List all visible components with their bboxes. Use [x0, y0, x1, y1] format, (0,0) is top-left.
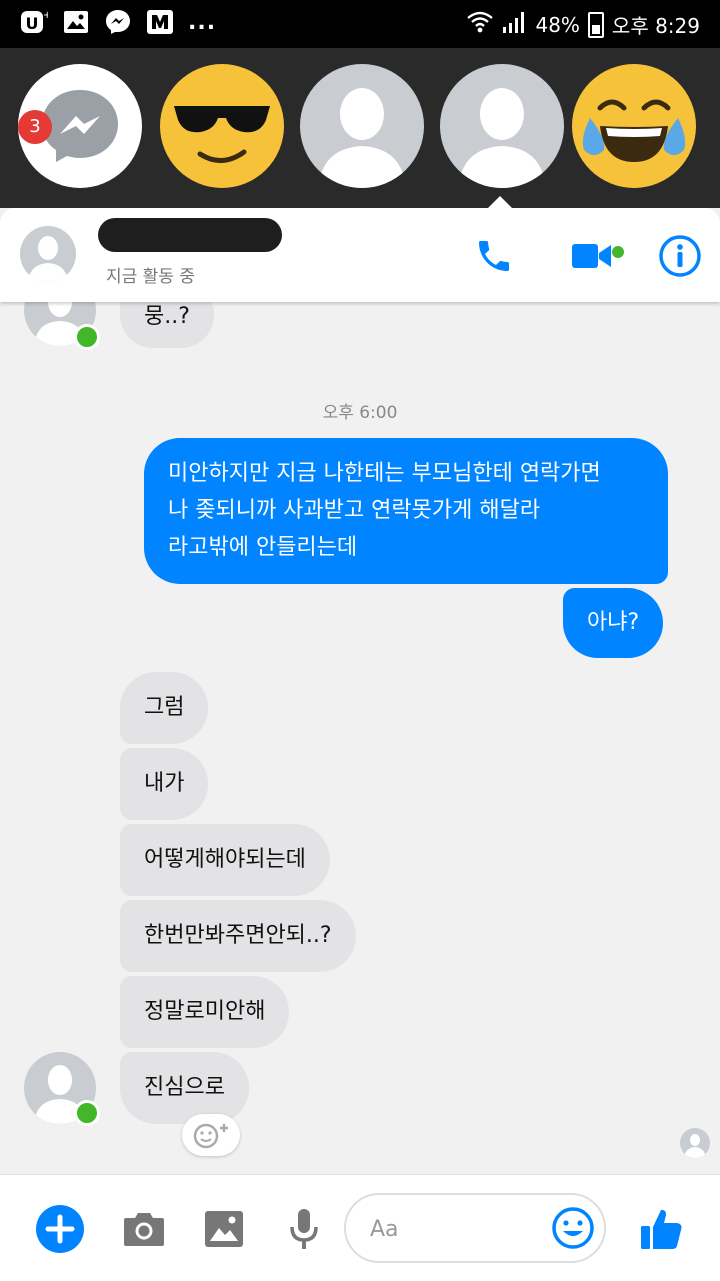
image-icon	[205, 1211, 243, 1247]
tears-of-joy-emoji-icon	[582, 99, 686, 162]
phone-icon	[479, 241, 509, 271]
chat-head-person-1[interactable]	[300, 64, 424, 188]
thumbs-up-icon	[641, 1209, 682, 1249]
active-head-pointer	[486, 196, 514, 210]
sent-line-3: 라고밖에 안들리는데	[168, 535, 358, 560]
plus-icon	[36, 1205, 84, 1253]
online-indicator	[74, 324, 100, 350]
info-button[interactable]	[654, 230, 706, 282]
message-bubble-received[interactable]: 어떻게해야되는데	[120, 824, 330, 896]
message-list[interactable]: 뭉..? 오후 6:00 미안하지만 지금 나한테는 부모님한테 연락가면 나 …	[0, 302, 720, 1174]
message-bubble-received[interactable]: 뭉..?	[120, 302, 214, 348]
voice-message-button[interactable]	[278, 1203, 330, 1255]
chat-heads-bar: 3	[0, 48, 720, 208]
conversation-header: 지금 활동 중	[0, 208, 720, 302]
wifi-icon	[467, 10, 494, 39]
default-avatar-icon	[318, 88, 406, 188]
microphone-icon	[290, 1209, 318, 1249]
gallery-button[interactable]	[198, 1203, 250, 1255]
message-input[interactable]	[368, 1211, 542, 1247]
svg-text:+: +	[43, 10, 48, 21]
info-icon	[659, 235, 701, 277]
message-timestamp: 오후 6:00	[322, 403, 398, 423]
notification-icons: U + ...	[20, 8, 216, 36]
messenger-icon	[104, 8, 132, 36]
message-bubble-received[interactable]: 진심으로	[120, 1052, 249, 1124]
status-right: 48% 오후 8:29	[467, 10, 700, 39]
composer-bar	[0, 1174, 720, 1281]
message-field[interactable]	[344, 1193, 606, 1263]
seen-indicator-avatar	[680, 1128, 710, 1158]
battery-percent: 48%	[535, 12, 580, 37]
message-bubble-received[interactable]: 한번만봐주면안되..?	[120, 900, 356, 972]
video-call-button[interactable]	[566, 230, 618, 282]
u-plus-icon: U +	[20, 8, 48, 36]
video-online-dot	[612, 246, 624, 258]
default-avatar-icon	[458, 88, 546, 188]
chat-head-laughing[interactable]	[572, 64, 696, 188]
contact-avatar[interactable]	[20, 226, 76, 282]
clock: 오후 8:29	[611, 14, 700, 38]
video-icon	[572, 244, 611, 268]
camera-button[interactable]	[118, 1203, 170, 1255]
chat-head-sunglasses[interactable]	[160, 64, 284, 188]
svg-text:U: U	[26, 14, 39, 33]
message-bubble-received[interactable]: 그럼	[120, 672, 209, 744]
online-indicator	[74, 1100, 100, 1126]
mnet-icon	[146, 8, 174, 36]
contact-name-redacted[interactable]	[98, 218, 282, 252]
message-bubble-received[interactable]: 내가	[120, 748, 209, 820]
active-status: 지금 활동 중	[106, 267, 196, 287]
camera-icon	[124, 1213, 164, 1246]
sent-line-2: 나 좆되니까 사과받고 연락못가게 해달라	[168, 498, 541, 523]
battery-icon	[587, 11, 604, 38]
sent-line-1: 미안하지만 지금 나한테는 부모님한테 연락가면	[168, 461, 601, 486]
add-reaction-icon	[193, 1123, 228, 1149]
gallery-icon	[62, 8, 90, 36]
chat-head-person-2[interactable]	[440, 64, 564, 188]
sunglasses-emoji-icon	[174, 106, 270, 163]
default-avatar-icon	[28, 236, 68, 282]
emoji-icon	[552, 1207, 594, 1249]
unread-badge: 3	[18, 110, 52, 144]
voice-call-button[interactable]	[468, 230, 520, 282]
message-bubble-received[interactable]: 정말로미안해	[120, 976, 290, 1048]
more-actions-button[interactable]	[34, 1203, 86, 1255]
signal-icon	[501, 10, 527, 39]
emoji-button[interactable]	[550, 1205, 596, 1255]
add-reaction-button[interactable]	[182, 1114, 240, 1156]
default-avatar-icon	[684, 1134, 706, 1158]
status-bar: U + ... 48% 오후 8:29	[0, 0, 720, 48]
message-bubble-sent[interactable]: 아냐?	[563, 588, 664, 658]
message-bubble-sent[interactable]: 미안하지만 지금 나한테는 부모님한테 연락가면 나 좆되니까 사과받고 연락못…	[144, 438, 668, 584]
like-button[interactable]	[636, 1203, 688, 1255]
more-notifications: ...	[188, 9, 217, 35]
